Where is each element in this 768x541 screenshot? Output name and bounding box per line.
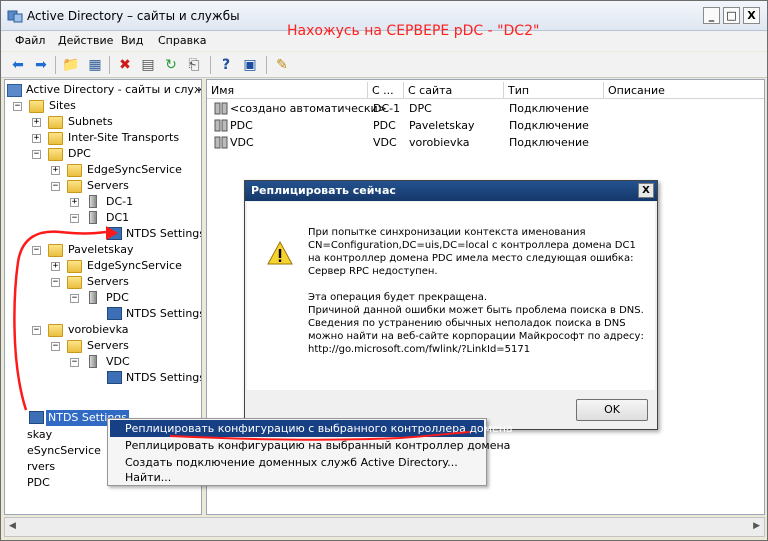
site-icon [48,324,63,337]
scroll-left-icon[interactable]: ◀ [9,521,16,531]
minimize-button[interactable]: _ [703,7,720,24]
toolbar-separator [55,56,56,74]
context-menu: Реплицировать конфигурацию с выбранного … [107,418,513,486]
action-icon[interactable]: ✎ [272,55,292,75]
collapse-icon[interactable]: − [51,342,60,351]
properties-icon[interactable]: ▤ [138,55,158,75]
collapse-icon[interactable]: − [32,246,41,255]
table-row[interactable]: VDC VDC vorobievka Подключение [207,134,764,151]
server-icon [89,211,97,224]
column-header-description[interactable]: Описание [604,82,764,99]
expand-icon[interactable]: + [32,118,41,127]
ntds-settings-icon [29,411,44,424]
menu-item-find[interactable]: Найти... [110,469,484,486]
column-header-name[interactable]: Имя [207,82,368,99]
menu-item-replicate-from[interactable]: Реплицировать конфигурацию с выбранного … [110,420,513,437]
horizontal-scrollbar[interactable]: ◀ ▶ [4,517,765,537]
tree-item-partial[interactable]: skay [27,427,52,443]
show-hide-tree-icon[interactable]: ▦ [85,55,105,75]
dialog-message-line: Эта операция будет прекращена. [308,292,488,303]
collapse-icon[interactable]: − [51,278,60,287]
folder-icon [67,340,82,353]
folder-icon [67,164,82,177]
connection-icon [212,102,228,115]
ok-button[interactable]: OK [576,399,648,421]
replicate-now-dialog: Реплицировать сейчас X При попытке синхр… [244,180,658,430]
up-folder-icon[interactable]: 📁 [61,55,81,75]
refresh-icon[interactable]: ↻ [161,55,181,75]
ntds-settings-icon [107,227,122,240]
collapse-icon[interactable]: − [32,326,41,335]
folder-icon [67,276,82,289]
dialog-body: При попытке синхронизации контекста имен… [247,202,655,390]
forward-arrow-icon[interactable]: ➡ [31,55,51,75]
dialog-message-line: При попытке синхронизации контекста имен… [308,227,586,238]
column-header-type[interactable]: Тип [504,82,604,99]
tree-item-partial[interactable]: PDC [27,475,50,491]
ntds-settings-icon [107,307,122,320]
connection-icon [212,119,228,132]
toolbar: ⬅ ➡ 📁 ▦ ✖ ▤ ↻ ⎗ ? ▣ ✎ [1,52,767,78]
table-row[interactable]: <создано автоматически> DC-1 DPC Подключ… [207,100,764,117]
server-icon [89,291,97,304]
menu-help[interactable]: Справка [158,34,206,47]
toolbar-separator [210,56,211,74]
menu-action[interactable]: Действие [58,34,113,47]
console-icon[interactable]: ▣ [240,55,260,75]
scroll-right-icon[interactable]: ▶ [753,521,760,531]
dialog-message-line: http://go.microsoft.com/fwlink/?LinkId=5… [308,344,531,355]
menu-file[interactable]: Файл [15,34,45,47]
back-arrow-icon[interactable]: ⬅ [8,55,28,75]
tree-item-partial[interactable]: rvers [27,459,55,475]
collapse-icon[interactable]: − [32,150,41,159]
list-header: Имя С ... С сайта Тип Описание [207,82,764,99]
folder-icon [48,132,63,145]
dialog-title: Реплицировать сейчас [245,181,657,201]
dialog-close-button[interactable]: X [638,183,654,198]
menu-item-replicate-to[interactable]: Реплицировать конфигурацию на выбранный … [110,437,510,454]
tree-item-partial[interactable]: eSyncService [27,443,101,459]
close-button[interactable]: X [743,7,760,24]
dialog-message-line: Сервер RPC недоступен. [308,266,438,277]
connection-icon [212,136,228,149]
folder-icon [67,260,82,273]
help-icon[interactable]: ? [216,55,236,75]
column-header-from-server[interactable]: С ... [368,82,404,99]
collapse-icon[interactable]: − [51,182,60,191]
dialog-message-line: Причиной данной ошибки может быть пробле… [308,305,644,316]
collapse-icon[interactable]: − [70,294,79,303]
window-title: Active Directory – сайты и службы [27,9,240,23]
folder-icon [48,116,63,129]
delete-icon[interactable]: ✖ [115,55,135,75]
dialog-message-line: на контроллер домена PDC имела место сле… [308,253,634,264]
expand-icon[interactable]: + [51,262,60,271]
warning-icon [267,240,293,265]
toolbar-separator [266,56,267,74]
expand-icon[interactable]: + [51,166,60,175]
collapse-icon[interactable]: − [13,102,22,111]
folder-icon [67,180,82,193]
collapse-icon[interactable]: − [70,358,79,367]
export-list-icon[interactable]: ⎗ [184,55,204,75]
site-icon [48,244,63,257]
ntds-settings-icon [107,371,122,384]
site-icon [48,148,63,161]
annotation-text: Нахожусь на СЕРВЕРЕ pDC - "DC2" [287,23,540,39]
maximize-button[interactable]: □ [723,7,740,24]
dialog-message-line: CN=Configuration,DC=uis,DC=local с контр… [308,240,636,251]
toolbar-separator [109,56,110,74]
expand-icon[interactable]: + [32,134,41,143]
server-icon [89,355,97,368]
ad-sites-icon [7,10,23,23]
column-header-from-site[interactable]: С сайта [404,82,504,99]
dialog-message-line: Сведения по устранению обычных неполадок… [308,318,626,329]
server-icon [89,195,97,208]
collapse-icon[interactable]: − [70,214,79,223]
expand-icon[interactable]: + [70,198,79,207]
menu-view[interactable]: Вид [121,34,143,47]
table-row[interactable]: PDC PDC Paveletskay Подключение [207,117,764,134]
ad-sites-icon [7,84,22,97]
folder-icon [29,100,44,113]
dialog-message-line: можно найти на веб-сайте корпорации Майк… [308,331,644,342]
